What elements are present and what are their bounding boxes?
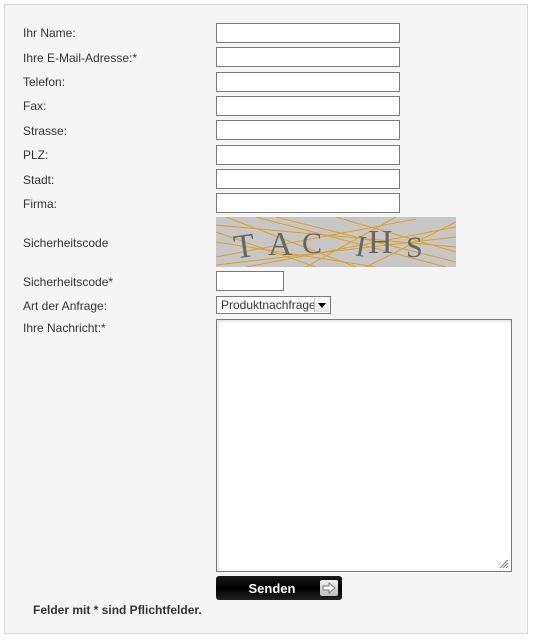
message-label: Ihre Nachricht:*	[23, 321, 106, 335]
street-label: Strasse:	[23, 124, 68, 138]
svg-text:C: C	[302, 227, 322, 260]
company-label: Firma:	[23, 197, 57, 211]
phone-label: Telefon:	[23, 75, 66, 89]
captcha-label: Sicherheitscode	[23, 236, 109, 250]
name-input[interactable]	[216, 23, 400, 43]
required-fields-note: Felder mit * sind Pflichtfelder.	[33, 603, 202, 617]
email-label: Ihre E-Mail-Adresse:*	[23, 51, 138, 65]
contact-form-panel: Ihr Name: Ihre E-Mail-Adresse:* Telefon:…	[4, 4, 528, 634]
request-type-select[interactable]: Produktnachfrage	[216, 296, 331, 314]
street-input[interactable]	[216, 120, 400, 140]
city-label: Stadt:	[23, 173, 55, 187]
svg-text:A: A	[268, 226, 293, 263]
company-input[interactable]	[216, 193, 400, 213]
phone-input[interactable]	[216, 72, 400, 92]
resize-grip-icon[interactable]	[499, 559, 509, 569]
request-type-label: Art der Anfrage:	[23, 299, 108, 313]
captcha-input[interactable]	[216, 271, 284, 291]
fax-input[interactable]	[216, 96, 400, 116]
arrow-right-icon	[320, 580, 338, 596]
message-textarea[interactable]	[216, 319, 512, 572]
name-label: Ihr Name:	[23, 26, 76, 40]
email-input[interactable]	[216, 47, 400, 67]
zip-input[interactable]	[216, 145, 400, 165]
svg-text:I: I	[353, 230, 369, 264]
captcha-input-label: Sicherheitscode*	[23, 275, 114, 289]
chevron-down-icon	[314, 298, 329, 312]
send-button-label: Senden	[248, 580, 296, 596]
send-button[interactable]: Senden	[216, 576, 342, 600]
zip-label: PLZ:	[23, 148, 49, 162]
captcha-image: T A C I H S	[216, 217, 456, 267]
svg-text:T: T	[231, 227, 257, 267]
svg-text:S: S	[406, 231, 423, 264]
request-type-value: Produktnachfrage	[221, 298, 314, 312]
svg-text:H: H	[368, 224, 393, 261]
city-input[interactable]	[216, 169, 400, 189]
fax-label: Fax:	[23, 99, 47, 113]
